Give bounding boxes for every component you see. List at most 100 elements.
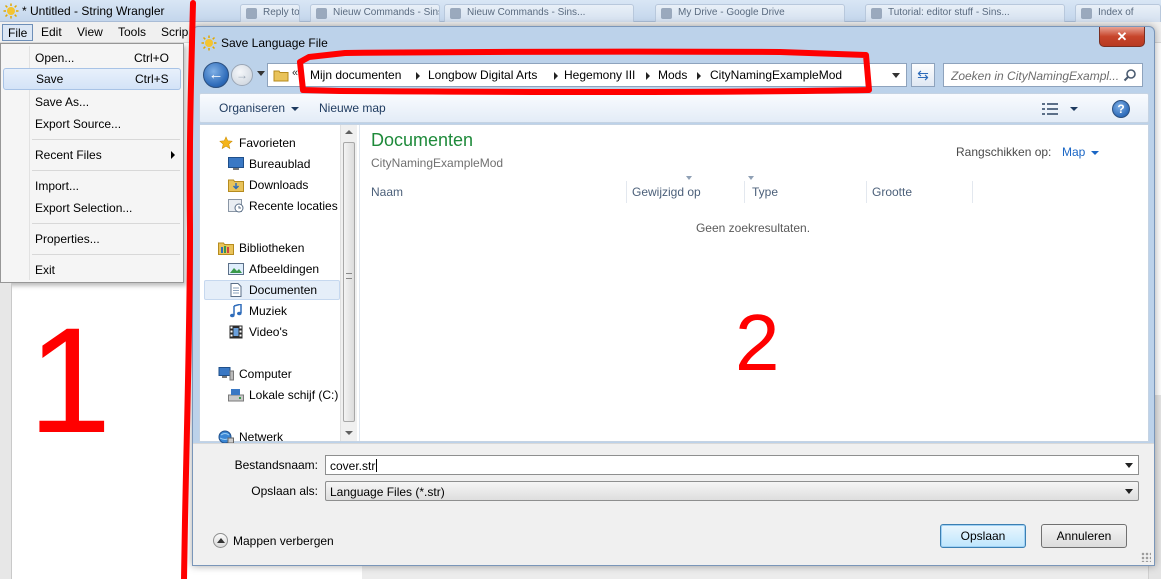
menu-edit[interactable]: Edit <box>36 24 67 41</box>
arrange-by-dropdown[interactable]: Map <box>1062 145 1100 159</box>
browser-tab[interactable]: My Drive - Google Drive <box>655 4 845 22</box>
chevron-down-icon <box>1125 489 1133 494</box>
save-dialog: Save Language File ✕ ← → « Mijn document… <box>192 26 1155 566</box>
nav-videos[interactable]: Video's <box>204 322 340 342</box>
menu-tools[interactable]: Tools <box>113 24 151 41</box>
nav-pictures[interactable]: Afbeeldingen <box>204 259 340 279</box>
nav-label: Downloads <box>249 178 309 192</box>
browser-tab[interactable]: Tutorial: editor stuff - Sins... <box>865 4 1065 22</box>
browser-tab[interactable]: Index of <box>1075 4 1161 22</box>
column-divider[interactable] <box>744 181 745 203</box>
documents-icon <box>230 283 242 297</box>
nav-label: Favorieten <box>239 136 296 150</box>
menu-item-import[interactable]: Import... <box>3 175 181 197</box>
file-list-pane: Documenten CityNamingExampleMod Rangschi… <box>358 125 1148 441</box>
menu-item-export-source[interactable]: Export Source... <box>3 113 181 135</box>
scroll-thumb[interactable] <box>343 142 355 422</box>
breadcrumb-item[interactable]: Longbow Digital Arts <box>428 68 537 82</box>
browser-tab[interactable]: Nieuw Commands - Sins... <box>444 4 634 22</box>
star-icon <box>219 136 233 150</box>
save-type-label: Opslaan als: <box>251 484 318 498</box>
nav-libraries[interactable]: Bibliotheken <box>204 238 340 258</box>
scroll-up-icon[interactable] <box>345 130 353 134</box>
save-type-value: Language Files (*.str) <box>330 485 445 499</box>
nav-pane-scrollbar[interactable] <box>340 125 357 441</box>
column-divider[interactable] <box>866 181 867 203</box>
column-header-type[interactable]: Type <box>752 185 778 199</box>
chevron-down-icon[interactable] <box>1125 463 1133 468</box>
pictures-icon <box>228 263 244 275</box>
breadcrumb-separator-icon[interactable] <box>697 72 701 80</box>
breadcrumb-separator-icon[interactable] <box>646 72 650 80</box>
library-title: Documenten <box>371 130 474 150</box>
column-divider[interactable] <box>972 181 973 203</box>
view-options-icon[interactable] <box>1042 103 1058 115</box>
chevron-up-icon <box>213 533 228 548</box>
column-header-size[interactable]: Grootte <box>872 185 912 199</box>
menu-script[interactable]: Scrip <box>156 24 193 41</box>
menu-item-properties[interactable]: Properties... <box>3 228 181 250</box>
arrange-by-label: Rangschikken op: <box>956 145 1052 159</box>
menu-item-export-selection[interactable]: Export Selection... <box>3 197 181 219</box>
address-bar[interactable]: « Mijn documenten Longbow Digital Arts H… <box>267 63 907 87</box>
menu-item-save-as[interactable]: Save As... <box>3 91 181 113</box>
menu-item-exit[interactable]: Exit <box>3 259 181 281</box>
organize-label: Organiseren <box>219 101 286 115</box>
nav-music[interactable]: Muziek <box>204 301 340 321</box>
breadcrumb-separator-icon[interactable] <box>554 72 558 80</box>
filename-input[interactable]: cover.str <box>325 455 1139 475</box>
libraries-icon <box>218 242 234 255</box>
network-icon <box>218 430 234 444</box>
nav-downloads[interactable]: Downloads <box>204 175 340 195</box>
cancel-button[interactable]: Annuleren <box>1041 524 1127 548</box>
file-browser: Favorieten Bureaublad Downloads Recente … <box>199 124 1149 444</box>
chevron-down-icon[interactable] <box>892 73 900 78</box>
menu-item-open[interactable]: Open... Ctrl+O <box>3 47 181 69</box>
menu-separator <box>32 139 180 140</box>
desktop-icon <box>228 157 244 170</box>
back-arrow-icon[interactable]: ← <box>203 62 229 88</box>
breadcrumb-item[interactable]: Mijn documenten <box>310 68 401 82</box>
save-type-select[interactable]: Language Files (*.str) <box>325 481 1139 501</box>
scroll-down-icon[interactable] <box>345 431 353 435</box>
search-input[interactable]: Zoeken in CityNamingExampl... <box>943 63 1143 87</box>
search-icon[interactable] <box>1123 68 1137 82</box>
chevron-down-icon[interactable] <box>1070 107 1078 111</box>
column-header-modified[interactable]: Gewijzigd op <box>632 185 701 199</box>
nav-documents[interactable]: Documenten <box>204 280 340 300</box>
nav-desktop[interactable]: Bureaublad <box>204 154 340 174</box>
app-title-bar: * Untitled - String Wrangler Reply to To… <box>0 0 1161 22</box>
navigation-bar: ← → « Mijn documenten Longbow Digital Ar… <box>199 60 1149 90</box>
column-header-name[interactable]: Naam <box>371 185 403 199</box>
menu-item-save[interactable]: Save Ctrl+S <box>3 68 181 90</box>
nav-local-disk[interactable]: Lokale schijf (C:) <box>204 385 340 405</box>
nav-computer[interactable]: Computer <box>204 364 340 384</box>
annotation-label-1: 1 <box>28 296 111 464</box>
history-dropdown-icon[interactable] <box>257 71 265 76</box>
organize-button[interactable]: Organiseren <box>219 101 300 115</box>
sort-indicator-icon <box>748 176 754 180</box>
close-button[interactable]: ✕ <box>1099 27 1145 47</box>
menu-file[interactable]: File <box>2 24 34 41</box>
new-folder-button[interactable]: Nieuwe map <box>319 101 386 115</box>
breadcrumb-item[interactable]: CityNamingExampleMod <box>710 68 842 82</box>
save-button[interactable]: Opslaan <box>940 524 1026 548</box>
breadcrumb-item[interactable]: Hegemony III <box>564 68 635 82</box>
breadcrumb-item[interactable]: Mods <box>658 68 687 82</box>
browser-tab[interactable]: Reply to Topic <box>240 4 300 22</box>
resize-grip-icon[interactable] <box>1141 552 1151 562</box>
help-icon[interactable]: ? <box>1112 100 1130 118</box>
menu-item-recent-files[interactable]: Recent Files <box>3 144 181 166</box>
column-divider[interactable] <box>626 181 627 203</box>
nav-label: Video's <box>249 325 288 339</box>
forward-arrow-icon[interactable]: → <box>231 64 253 86</box>
nav-recent-places[interactable]: Recente locaties <box>204 196 340 216</box>
menu-separator <box>32 223 180 224</box>
nav-label: Lokale schijf (C:) <box>249 388 339 402</box>
refresh-button[interactable]: ⇆ <box>911 63 935 87</box>
browser-tab[interactable]: Nieuw Commands - Sins... <box>310 4 440 22</box>
breadcrumb-separator-icon[interactable] <box>416 72 420 80</box>
overflow-chevron-icon[interactable]: « <box>292 67 298 79</box>
nav-favorites[interactable]: Favorieten <box>204 133 340 153</box>
menu-view[interactable]: View <box>72 24 108 41</box>
